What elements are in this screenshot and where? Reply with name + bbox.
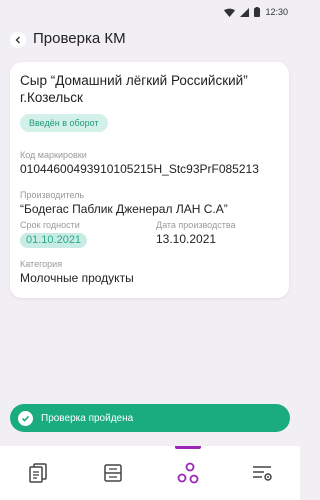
category-field: Категория Молочные продукты (20, 259, 134, 285)
status-badge: Введён в оборот (20, 114, 108, 132)
product-card: Сыр “Домашний лёгкий Российский” г.Козел… (10, 62, 289, 298)
status-time: 12:30 (265, 7, 288, 17)
production-date-label: Дата производства (156, 220, 236, 230)
marking-code-label: Код маркировки (20, 150, 87, 160)
battery-icon (254, 7, 261, 17)
producer-value: “Бодегас Паблик Дженерал ЛАН С.А” (20, 202, 228, 216)
nav-item-settings[interactable] (225, 446, 300, 500)
nav-item-documents[interactable] (0, 446, 75, 500)
success-toast: Проверка пройдена (10, 404, 290, 432)
producer-label: Производитель (20, 190, 85, 200)
status-bar: 12:30 (0, 0, 300, 24)
product-name: Сыр “Домашний лёгкий Российский” г.Козел… (20, 73, 248, 105)
settings-icon (252, 466, 272, 481)
list-icon (103, 464, 122, 482)
wifi-icon (224, 8, 236, 17)
signal-icon (240, 7, 250, 17)
production-date-value: 13.10.2021 (156, 232, 217, 246)
production-date-field: Дата производства 13.10.2021 (156, 220, 236, 246)
back-button[interactable] (10, 32, 26, 48)
expiry-field: Срок годности 01.10.2021 (20, 220, 88, 248)
toast-text: Проверка пройдена (41, 412, 134, 424)
expiry-value: 01.10.2021 (20, 233, 88, 248)
check-circle-icon (18, 410, 33, 426)
expiry-label: Срок годности (20, 220, 80, 230)
producer-field: Производитель “Бодегас Паблик Дженерал Л… (20, 190, 228, 216)
scan-check-icon (177, 462, 198, 484)
nav-item-check[interactable] (150, 446, 225, 500)
bottom-nav (0, 446, 300, 500)
category-value: Молочные продукты (20, 271, 134, 285)
category-label: Категория (20, 259, 63, 269)
marking-code-field: Код маркировки 0104460049391010521​5H_St… (20, 150, 259, 176)
documents-icon (28, 463, 47, 483)
app-header: Проверка КМ (0, 24, 300, 58)
chevron-left-icon (15, 36, 20, 44)
marking-code-value: 0104460049391010521​5H_Stc93PrF085213 (20, 162, 259, 176)
page-title: Проверка КМ (33, 30, 126, 47)
nav-item-list[interactable] (75, 446, 150, 500)
